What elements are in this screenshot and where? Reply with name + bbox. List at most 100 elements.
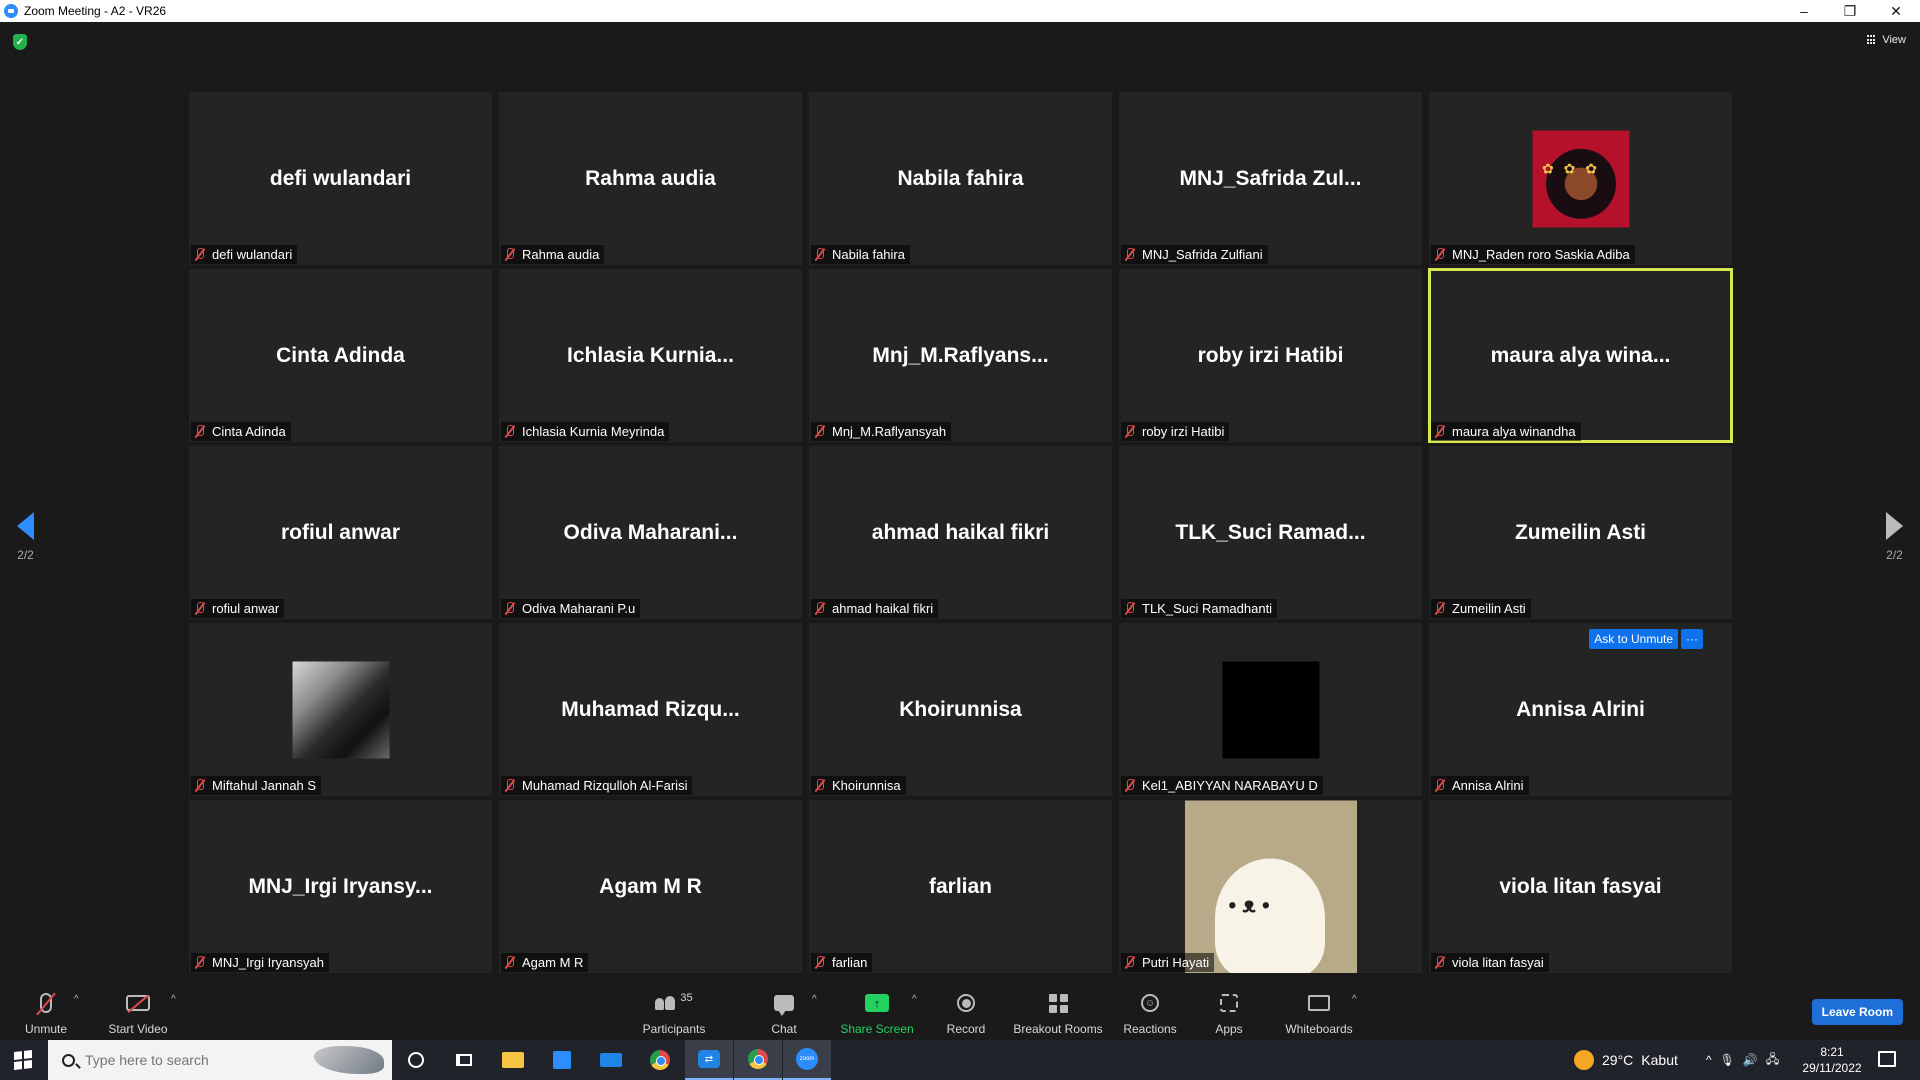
participant-tile[interactable]: Nabila fahira Nabila fahira [809,92,1112,265]
participant-display-name: Cinta Adinda [276,343,405,367]
file-explorer-button[interactable] [489,1040,537,1080]
show-hidden-icons-chevron-icon[interactable]: ^ [1706,1053,1712,1067]
weather-widget[interactable]: 29°C Kabut [1574,1040,1678,1080]
participant-tile[interactable]: TLK_Suci Ramad... TLK_Suci Ramadhanti [1119,446,1422,619]
participant-tile[interactable]: Rahma audia Rahma audia [499,92,802,265]
profile-picture [292,661,389,758]
profile-picture [1184,800,1357,973]
participant-tile[interactable]: MNJ_Safrida Zul... MNJ_Safrida Zulfiani [1119,92,1422,265]
mic-muted-icon [1434,248,1446,261]
notification-center-icon[interactable] [1878,1051,1896,1067]
participant-name: Annisa Alrini [1452,778,1524,793]
participant-tile[interactable]: Muhamad Rizqu... Muhamad Rizqulloh Al-Fa… [499,623,802,796]
participant-tile[interactable]: MNJ_Irgi Iryansy... MNJ_Irgi Iryansyah [189,800,492,973]
leave-room-button[interactable]: Leave Room [1811,999,1903,1025]
unmute-label: Unmute [24,1022,68,1036]
mic-muted-icon [814,602,826,615]
participant-tile[interactable]: Khoirunnisa Khoirunnisa [809,623,1112,796]
microphone-tray-icon[interactable]: 🎙 [1720,1053,1735,1067]
video-options-caret-icon[interactable]: ^ [171,994,176,1005]
share-screen-button[interactable]: ↑ Share Screen [840,982,914,1040]
minimize-button[interactable]: – [1781,0,1827,22]
clock[interactable]: 8:21 29/11/2022 [1800,1044,1864,1076]
participant-label: Muhamad Rizqulloh Al-Farisi [501,776,693,795]
participants-button[interactable]: 35 Participants [638,982,710,1040]
audio-options-caret-icon[interactable]: ^ [74,994,79,1005]
mic-muted-icon [194,602,206,615]
participant-tile[interactable]: Miftahul Jannah S [189,623,492,796]
participant-name: Muhamad Rizqulloh Al-Farisi [522,778,688,793]
participant-tile[interactable]: Odiva Maharani... Odiva Maharani P.u [499,446,802,619]
participant-tile[interactable]: ahmad haikal fikri ahmad haikal fikri [809,446,1112,619]
participant-name: viola litan fasyai [1452,955,1544,970]
participant-label: Nabila fahira [811,245,910,264]
network-icon[interactable]: 🖧 [1766,1050,1779,1071]
unmute-button[interactable]: Unmute [22,982,70,1040]
participant-label: Putri Hayati [1121,953,1215,972]
taskbar-search[interactable] [48,1040,392,1080]
share-screen-label: Share Screen [840,1022,914,1036]
chat-options-caret-icon[interactable]: ^ [812,994,817,1005]
share-options-caret-icon[interactable]: ^ [912,994,917,1005]
participant-tile[interactable]: Mnj_M.Raflyans... Mnj_M.Raflyansyah [809,269,1112,442]
participant-tile[interactable]: Putri Hayati [1119,800,1422,973]
participant-tile[interactable]: Kel1_ABIYYAN NARABAYU D [1119,623,1422,796]
participant-display-name: maura alya wina... [1490,343,1671,367]
active-speaker-tile[interactable]: maura alya wina... maura alya winandha [1428,268,1733,443]
participant-tile[interactable]: defi wulandari defi wulandari [189,92,492,265]
chrome-profile-button[interactable] [734,1040,782,1080]
participant-label: Annisa Alrini [1431,776,1529,795]
participant-display-name: Mnj_M.Raflyans... [872,343,1049,367]
participant-label: MNJ_Raden roro Saskia Adiba [1431,245,1635,264]
participant-tile[interactable]: Ichlasia Kurnia... Ichlasia Kurnia Meyri… [499,269,802,442]
maximize-button[interactable]: ❐ [1827,0,1873,22]
cortana-button[interactable] [392,1040,440,1080]
close-button[interactable]: ✕ [1873,0,1919,22]
whiteboard-options-caret-icon[interactable]: ^ [1352,994,1357,1005]
next-page-button[interactable]: 2/2 [1886,512,1903,562]
windows-logo-icon [14,1050,32,1070]
zoom-taskbar-button[interactable]: zoom [783,1040,831,1080]
participant-label: defi wulandari [191,245,298,264]
participant-tile[interactable]: Zumeilin Asti Zumeilin Asti [1429,446,1732,619]
apps-button[interactable]: Apps [1212,982,1246,1040]
reactions-button[interactable]: ☺ Reactions [1122,982,1178,1040]
microsoft-store-button[interactable] [538,1040,586,1080]
participant-label: Zumeilin Asti [1431,599,1531,618]
start-video-button[interactable]: Start Video [106,982,170,1040]
participant-display-name: Nabila fahira [897,166,1024,190]
teamviewer-button[interactable]: ⇄ [685,1040,733,1080]
encryption-shield-icon[interactable]: ✓ [13,34,27,50]
participant-tile[interactable]: MNJ_Raden roro Saskia Adiba [1429,92,1732,265]
more-options-button[interactable]: ··· [1681,629,1703,649]
participant-tile[interactable]: farlian farlian [809,800,1112,973]
mic-muted-icon [814,248,826,261]
mail-button[interactable] [587,1040,635,1080]
participant-display-name: Agam M R [599,874,702,898]
participant-tile[interactable]: Cinta Adinda Cinta Adinda [189,269,492,442]
participant-tile[interactable]: Agam M R Agam M R [499,800,802,973]
participant-tile[interactable]: roby irzi Hatibi roby irzi Hatibi [1119,269,1422,442]
whiteboards-button[interactable]: Whiteboards [1283,982,1355,1040]
participant-label: farlian [811,953,873,972]
participant-name: Putri Hayati [1142,955,1210,970]
participant-name: maura alya winandha [1452,424,1576,439]
participant-tile[interactable]: Ask to Unmute ··· Annisa Alrini Annisa A… [1429,623,1732,796]
previous-page-button[interactable]: 2/2 [17,512,34,562]
start-button[interactable] [0,1040,46,1080]
chat-button[interactable]: Chat [766,982,802,1040]
task-view-button[interactable] [440,1040,488,1080]
ask-to-unmute-button[interactable]: Ask to Unmute [1589,629,1678,649]
participants-count: 35 [680,992,693,1004]
record-button[interactable]: Record [945,982,987,1040]
chrome-button[interactable] [636,1040,684,1080]
breakout-rooms-button[interactable]: Breakout Rooms [1013,982,1103,1040]
mic-muted-icon [1434,779,1446,792]
participant-tile[interactable]: viola litan fasyai viola litan fasyai [1429,800,1732,973]
view-button[interactable]: View [1867,34,1906,46]
teamviewer-icon: ⇄ [698,1050,720,1068]
search-input[interactable] [85,1052,295,1068]
volume-icon[interactable]: 🔊 [1743,1053,1758,1067]
tile-hover-actions: Ask to Unmute ··· [1589,629,1703,649]
participant-tile[interactable]: rofiul anwar rofiul anwar [189,446,492,619]
